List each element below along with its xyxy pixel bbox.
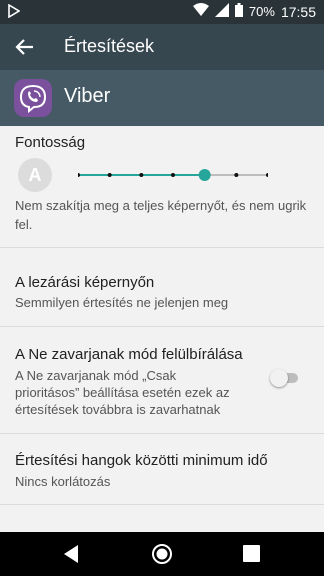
dnd-override-toggle[interactable] — [270, 369, 300, 387]
dnd-subtitle-line: értesítések továbbra is zavarhatnak — [15, 402, 221, 417]
play-store-notification-icon — [8, 3, 21, 21]
dnd-subtitle-line: prioritásos” beállítása esetén ezek az — [15, 385, 230, 400]
divider — [0, 504, 324, 505]
recents-nav-icon[interactable] — [243, 545, 260, 567]
app-name: Viber — [64, 85, 111, 107]
importance-title: Fontosság — [15, 134, 86, 151]
lockscreen-title: A lezárási képernyőn — [15, 274, 155, 291]
sound-interval-setting[interactable]: Értesítési hangok közötti minimum idő Ni… — [0, 434, 324, 504]
importance-slider[interactable] — [78, 168, 268, 182]
lockscreen-subtitle: Semmilyen értesítés ne jelenjen meg — [15, 295, 229, 310]
importance-avatar: A — [18, 158, 52, 192]
app-header: Viber — [0, 70, 324, 126]
status-bar: 70% 17:55 — [0, 0, 324, 24]
importance-section: Fontosság A Nem szakítja meg a teljes ké… — [0, 126, 324, 241]
slider-tick — [266, 173, 268, 177]
sound-interval-title: Értesítési hangok közötti minimum idő — [15, 452, 268, 469]
clock: 17:55 — [280, 3, 316, 20]
slider-thumb — [198, 169, 211, 181]
wifi-icon — [192, 3, 209, 20]
sound-interval-subtitle: Nincs korlátozás — [15, 474, 111, 489]
slider-tick — [78, 173, 80, 177]
slider-tick — [234, 173, 239, 177]
lockscreen-setting[interactable]: A lezárási képernyőn Semmilyen értesítés… — [0, 248, 324, 326]
back-arrow-icon[interactable] — [14, 36, 36, 58]
toggle-thumb — [270, 369, 288, 387]
slider-tick — [107, 173, 112, 177]
importance-description: Nem szakítja meg a teljes képernyőt, és … — [15, 198, 307, 232]
slider-tick — [139, 173, 144, 177]
battery-percent: 70% — [248, 4, 275, 19]
back-nav-icon[interactable] — [62, 544, 80, 569]
slider-tick — [171, 173, 175, 177]
home-nav-icon[interactable] — [151, 543, 173, 570]
settings-list: Fontosság A Nem szakítja meg a teljes ké… — [0, 126, 324, 532]
dnd-title: A Ne zavarjanak mód felülbírálása — [15, 346, 243, 363]
viber-logo-icon — [14, 79, 52, 117]
dnd-subtitle: A Ne zavarjanak mód „Csak prioritásos” b… — [15, 367, 230, 418]
battery-icon — [234, 3, 243, 20]
toolbar: Értesítések — [0, 24, 324, 70]
signal-icon — [214, 3, 229, 20]
dnd-subtitle-line: A Ne zavarjanak mód „Csak — [15, 368, 177, 383]
navigation-bar — [0, 532, 324, 576]
page-title: Értesítések — [64, 36, 155, 56]
